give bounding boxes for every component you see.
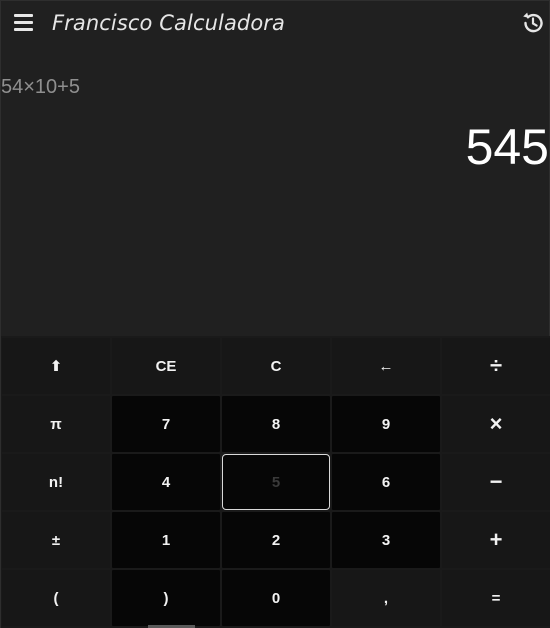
digit-1-button[interactable]: 1 (112, 512, 220, 568)
close-paren-button[interactable]: ) (112, 570, 220, 626)
history-icon[interactable] (520, 10, 546, 36)
digit-3-button[interactable]: 3 (332, 512, 440, 568)
digit-4-button[interactable]: 4 (112, 454, 220, 510)
digit-2-button[interactable]: 2 (222, 512, 330, 568)
clear-entry-button[interactable]: CE (112, 338, 220, 394)
backspace-button[interactable]: ← (332, 338, 440, 394)
factorial-button[interactable]: n! (2, 454, 110, 510)
digit-0-button[interactable]: 0 (222, 570, 330, 626)
digit-5-button[interactable]: 5 (222, 454, 330, 510)
decimal-button[interactable]: , (332, 570, 440, 626)
clear-button[interactable]: C (222, 338, 330, 394)
negate-button[interactable]: ± (2, 512, 110, 568)
digit-9-button[interactable]: 9 (332, 396, 440, 452)
result-display: 545 (465, 119, 549, 175)
keypad: ⬆ CE C ← ÷ π 7 8 9 × n! 4 5 6− ±1 2 3 + () 0, = (1, 336, 550, 628)
digit-6-button[interactable]: 6 (332, 454, 440, 510)
equals-button[interactable]: = (442, 570, 550, 626)
app-header: Francisco Calculadora (1, 1, 550, 47)
multiply-button[interactable]: × (442, 396, 550, 452)
open-paren-button[interactable]: ( (2, 570, 110, 626)
calculator-window: Francisco Calculadora 54×10+5 545 ⬆ CE C ← ÷… (0, 0, 550, 628)
plus-button[interactable]: + (442, 512, 550, 568)
minus-button[interactable]: − (442, 454, 550, 510)
hamburger-menu-icon[interactable] (14, 14, 34, 32)
digit-7-button[interactable]: 7 (112, 396, 220, 452)
divide-button[interactable]: ÷ (442, 338, 550, 394)
shift-button[interactable]: ⬆ (2, 338, 110, 394)
app-title: Francisco Calculadora (52, 11, 285, 35)
digit-8-button[interactable]: 8 (222, 396, 330, 452)
expression-display: 54×10+5 (1, 76, 80, 98)
pi-button[interactable]: π (2, 396, 110, 452)
